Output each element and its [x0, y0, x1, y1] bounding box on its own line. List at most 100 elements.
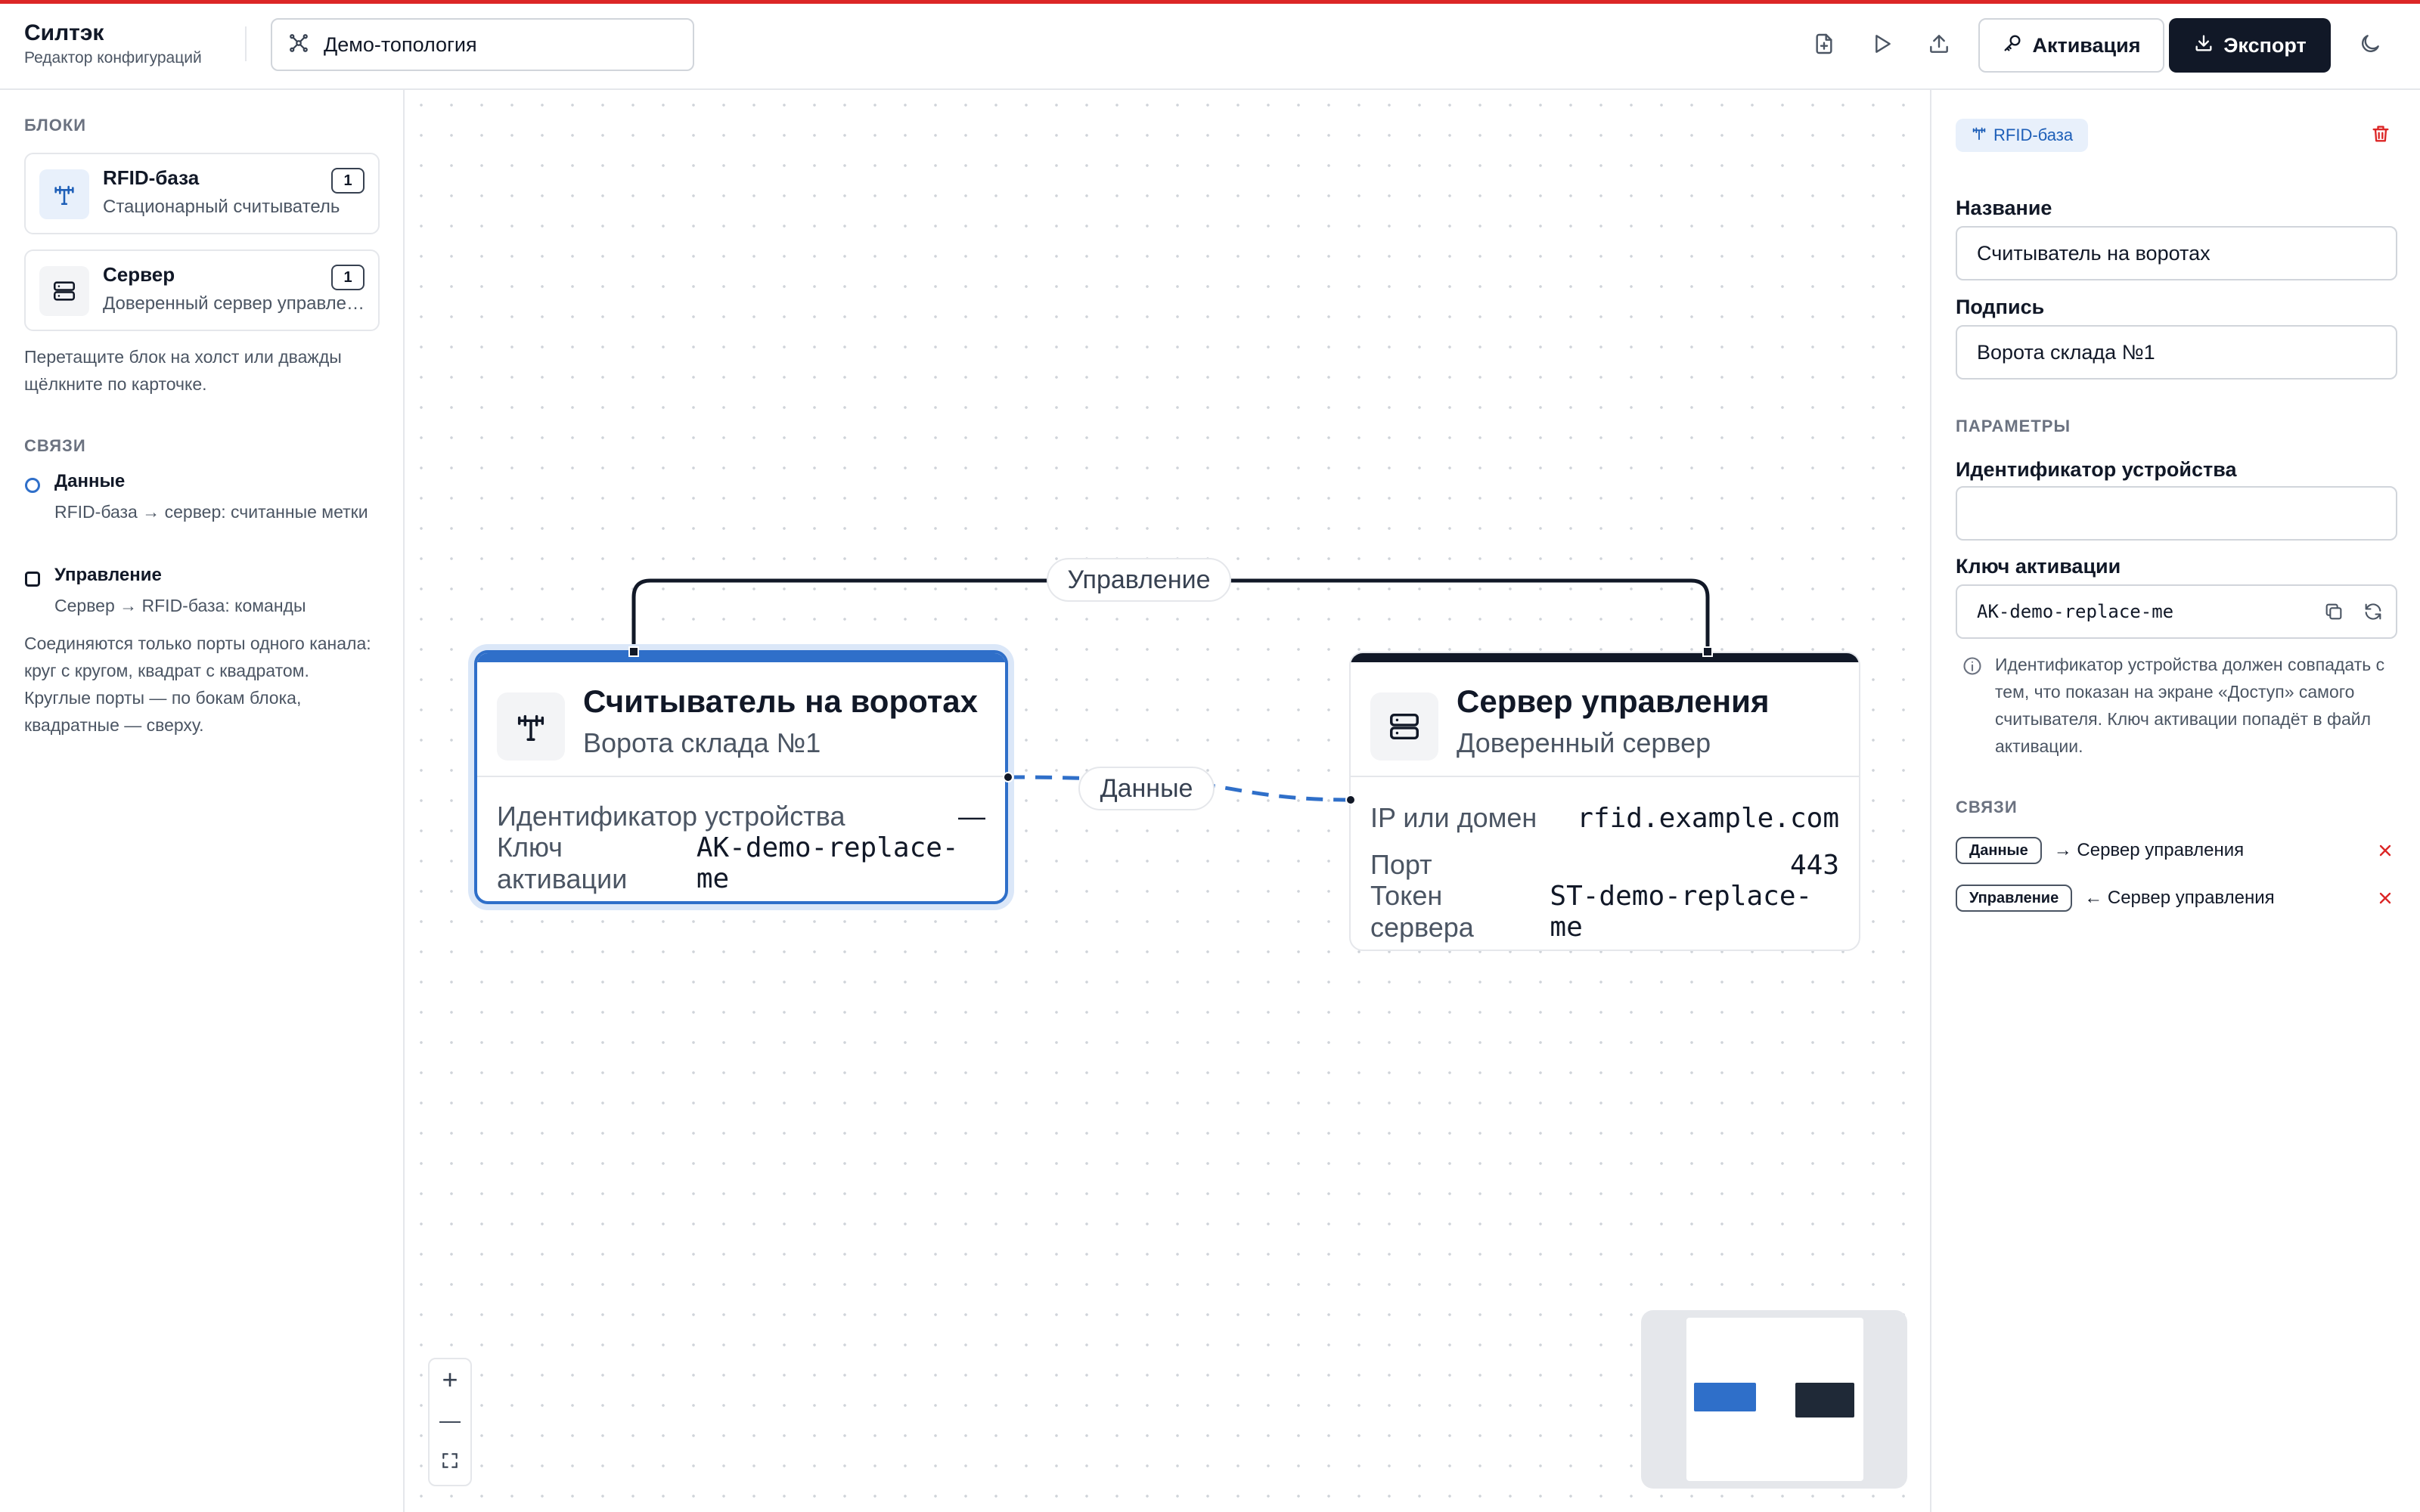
app-name: Силтэк	[24, 20, 104, 45]
params-section-title: ПАРАМЕТРЫ	[1956, 417, 2071, 435]
export-label: Экспорт	[2223, 33, 2307, 57]
link-type-chip: Данные	[1956, 837, 2042, 864]
reader-data-port[interactable]	[1003, 772, 1013, 782]
antenna-icon	[497, 692, 565, 761]
node-field-key: Порт	[1370, 849, 1432, 880]
block-count-badge: 1	[331, 168, 365, 194]
node-subtitle: Доверенный сервер	[1457, 727, 1711, 758]
antenna-icon	[1971, 125, 1987, 146]
fit-view-button[interactable]	[430, 1441, 470, 1482]
node-reader[interactable]: Считыватель на воротах Ворота склада №1 …	[474, 650, 1008, 904]
server-control-port[interactable]	[1702, 646, 1713, 657]
info-icon	[1962, 655, 1983, 680]
links-hint: Соединяются только порты одного канала: …	[24, 634, 371, 735]
circle-port-icon	[24, 477, 41, 494]
server-data-port[interactable]	[1345, 795, 1356, 805]
project-selector[interactable]: Демо-топология	[271, 18, 694, 71]
key-icon	[2002, 33, 2023, 59]
minimap-node-reader	[1694, 1383, 1756, 1411]
node-title: Сервер управления	[1457, 683, 1770, 719]
file-plus-icon	[1812, 32, 1836, 60]
upload-button[interactable]	[1918, 24, 1960, 67]
link-type-description: RFID-база → сервер: считанные метки	[54, 502, 368, 522]
device-id-input[interactable]	[1956, 486, 2397, 541]
block-description: Доверенный сервер управления	[103, 293, 368, 314]
block-description: Стационарный считыватель	[103, 197, 340, 217]
node-field-key: Ключ активации	[497, 832, 628, 894]
name-label: Название	[1956, 197, 2052, 219]
node-subtitle: Ворота склада №1	[583, 727, 821, 758]
copy-icon[interactable]	[2323, 601, 2344, 627]
upload-icon	[1927, 32, 1951, 60]
export-button[interactable]: Экспорт	[2169, 18, 2331, 73]
blocks-hint: Перетащите блок на холст или дважды щёлк…	[24, 347, 342, 394]
node-header: Сервер управления Доверенный сервер	[1351, 653, 1859, 777]
reader-control-port[interactable]	[628, 646, 639, 657]
link-type-control: Управление Сервер → RFID-база: команды	[24, 565, 380, 615]
activation-label: Активация	[2032, 33, 2141, 57]
server-icon	[39, 266, 89, 316]
node-link-row: Управление ← Сервер управления	[1956, 883, 2397, 913]
zoom-in-button[interactable]: +	[430, 1359, 470, 1400]
node-field-value: AK-demo-replace-me	[696, 832, 959, 894]
link-type-data: Данные RFID-база → сервер: считанные мет…	[24, 471, 380, 539]
node-field-value: rfid.example.com	[1577, 802, 1839, 834]
remove-link-button[interactable]	[2376, 889, 2394, 907]
activation-button[interactable]: Активация	[1978, 18, 2164, 73]
topology-icon	[287, 32, 310, 58]
zoom-out-button[interactable]: —	[430, 1400, 470, 1441]
minimap-node-server	[1795, 1383, 1854, 1418]
trash-icon	[2370, 123, 2391, 148]
minimap[interactable]	[1641, 1310, 1907, 1489]
app-subtitle: Редактор конфигураций	[24, 49, 202, 67]
refresh-icon[interactable]	[2363, 601, 2384, 627]
delete-node-button[interactable]	[2366, 120, 2396, 150]
link-type-name: Данные	[54, 471, 126, 491]
block-title: Сервер	[103, 263, 175, 286]
node-title: Считыватель на воротах	[583, 683, 979, 719]
blocks-section-title: БЛОКИ	[24, 116, 87, 135]
device-id-label: Идентификатор устройства	[1956, 458, 2237, 481]
node-header: Считыватель на воротах Ворота склада №1	[477, 653, 1005, 777]
links-section-title: СВЯЗИ	[24, 436, 86, 455]
fit-view-icon	[440, 1445, 460, 1477]
brand: Силтэк Редактор конфигураций	[24, 19, 202, 69]
link-target: ← Сервер управления	[2084, 888, 2275, 908]
activation-key-value: AK-demo-replace-me	[1977, 601, 2174, 622]
link-type-chip: Управление	[1956, 885, 2073, 912]
theme-toggle-button[interactable]	[2349, 24, 2391, 67]
project-name: Демо-топология	[324, 33, 477, 56]
link-type-description: Сервер → RFID-база: команды	[54, 596, 306, 615]
minimap-viewport	[1686, 1318, 1863, 1481]
block-count-badge: 1	[331, 265, 365, 290]
block-card-rfid[interactable]: RFID-база Стационарный считыватель 1	[24, 153, 380, 234]
activation-key-label: Ключ активации	[1956, 555, 2121, 578]
square-port-icon	[24, 571, 41, 587]
new-file-button[interactable]	[1803, 24, 1845, 67]
node-type-label: RFID-база	[1993, 125, 2074, 144]
play-icon	[1869, 32, 1894, 60]
zoom-controls: + —	[428, 1358, 472, 1486]
node-field-value: ST-demo-replace-me	[1550, 881, 1813, 943]
node-server[interactable]: Сервер управления Доверенный сервер IP и…	[1349, 652, 1860, 951]
inspector-panel: RFID-база Название Считыватель на ворота…	[1930, 90, 2420, 1512]
server-icon	[1370, 692, 1438, 761]
node-links-section-title: СВЯЗИ	[1956, 798, 2018, 816]
link-type-name: Управление	[54, 565, 162, 585]
download-icon	[2193, 33, 2214, 59]
node-field-row: IP или домен rfid.example.com	[1370, 797, 1839, 839]
name-input[interactable]: Считыватель на воротах	[1956, 226, 2397, 280]
node-field-value: —	[958, 801, 985, 832]
remove-link-button[interactable]	[2376, 841, 2394, 860]
activation-key-field[interactable]: AK-demo-replace-me	[1956, 584, 2397, 639]
node-field-row: Токен сервера ST-demo-replace-me	[1370, 880, 1839, 943]
block-card-server[interactable]: Сервер Доверенный сервер управления 1	[24, 249, 380, 331]
run-button[interactable]	[1860, 24, 1903, 67]
node-field-key: Токен сервера	[1370, 880, 1474, 943]
edge-label-control[interactable]: Управление	[1047, 558, 1231, 602]
info-text: Идентификатор устройства должен совпадат…	[1995, 655, 2385, 756]
edge-label-data[interactable]: Данные	[1078, 767, 1215, 810]
node-field-key: Идентификатор устройства	[497, 801, 845, 832]
caption-input[interactable]: Ворота склада №1	[1956, 325, 2397, 380]
block-title: RFID-база	[103, 166, 200, 189]
